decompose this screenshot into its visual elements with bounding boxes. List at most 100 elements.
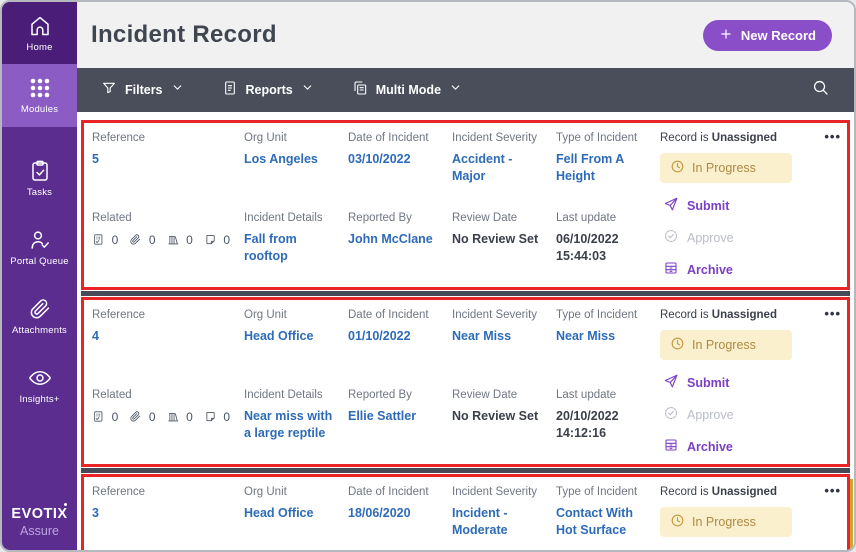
- field-label: Incident Details: [244, 389, 323, 402]
- in-progress-chip[interactable]: In Progress: [660, 330, 792, 360]
- multi-mode-menu[interactable]: Multi Mode: [352, 80, 462, 101]
- clock-icon: [670, 159, 685, 177]
- field-label: Org Unit: [244, 132, 287, 144]
- field-label: Last update: [556, 212, 617, 225]
- paper-plane-icon: [663, 373, 679, 392]
- sidebar-item-label: Insights+: [19, 394, 60, 405]
- date-of-incident-value[interactable]: 03/10/2022: [348, 151, 442, 168]
- sidebar-item-home[interactable]: Home: [2, 2, 77, 64]
- sidebar-item-portal-queue[interactable]: Portal Queue: [2, 220, 77, 275]
- logo-brand: EVOTIX: [11, 503, 68, 522]
- reference-link[interactable]: 3: [92, 505, 234, 522]
- sidebar-item-insights[interactable]: Insights+: [2, 358, 77, 413]
- org-unit-value[interactable]: Head Office: [244, 505, 338, 522]
- search-icon: [811, 80, 830, 101]
- in-progress-chip[interactable]: In Progress: [660, 507, 792, 537]
- record-actions: Record is Unassigned In Progress Submit: [660, 132, 805, 279]
- record-menu-button[interactable]: •••: [805, 484, 841, 550]
- record-divider: [81, 291, 850, 296]
- record-menu-button[interactable]: •••: [805, 130, 841, 212]
- toolbar: Filters Reports Multi Mode: [77, 68, 854, 112]
- reference-link[interactable]: 5: [92, 151, 234, 168]
- home-icon: [28, 14, 52, 38]
- incident-record-row[interactable]: Reference 5 Org Unit Los Angeles Date of I…: [84, 123, 847, 287]
- incident-record-row[interactable]: Reference 4 Org Unit Head Office Date of I…: [84, 300, 847, 464]
- modules-icon: [28, 76, 52, 100]
- evotix-logo: EVOTIX Assure: [2, 503, 77, 550]
- status-line: Record is Unassigned: [660, 132, 777, 144]
- record-menu-button[interactable]: •••: [805, 307, 841, 389]
- type-of-incident-value[interactable]: Fell From A Height: [556, 151, 650, 185]
- date-of-incident-value[interactable]: 18/06/2020: [348, 505, 442, 522]
- filters-menu[interactable]: Filters: [101, 80, 184, 101]
- related-items: 0 0 0 0: [92, 231, 234, 248]
- field-label: Reference: [92, 132, 146, 144]
- org-unit-value[interactable]: Los Angeles: [244, 151, 338, 168]
- new-record-label: New Record: [740, 27, 816, 43]
- clock-icon: [670, 336, 685, 354]
- submit-button[interactable]: Submit: [660, 373, 805, 392]
- clock-icon: [670, 513, 685, 531]
- field-label: Related: [92, 389, 132, 402]
- portal-queue-icon: [28, 228, 52, 252]
- eye-icon: [28, 366, 52, 390]
- reported-by-value[interactable]: John McClane: [348, 231, 442, 248]
- incident-severity-value[interactable]: Accident - Major: [452, 151, 546, 185]
- archive-icon: [663, 437, 679, 456]
- related-count: 0: [111, 409, 119, 424]
- sidebar-item-tasks[interactable]: Tasks: [2, 151, 77, 206]
- field-label: Reference: [92, 486, 146, 498]
- form-icon[interactable]: [92, 231, 105, 248]
- search-button[interactable]: [811, 78, 830, 102]
- paperclip-icon[interactable]: [129, 231, 142, 248]
- library-icon[interactable]: [167, 231, 180, 248]
- note-icon[interactable]: [204, 231, 217, 248]
- field-label: Date of Incident: [348, 486, 429, 498]
- sidebar-item-attachments[interactable]: Attachments: [2, 289, 77, 344]
- approve-rosette-icon: [663, 405, 679, 424]
- report-icon: [222, 80, 238, 101]
- paperclip-icon[interactable]: [129, 408, 142, 425]
- type-of-incident-value[interactable]: Contact With Hot Surface: [556, 505, 650, 539]
- reported-by-value[interactable]: Ellie Sattler: [348, 408, 442, 425]
- annotation-red-box: Reference 5 Org Unit Los Angeles Date of I…: [81, 120, 850, 290]
- archive-button[interactable]: Archive: [660, 260, 805, 279]
- incident-severity-value[interactable]: Near Miss: [452, 328, 546, 345]
- incident-details-value[interactable]: Near miss with a large reptile: [244, 408, 338, 442]
- form-icon[interactable]: [92, 408, 105, 425]
- sidebar-item-label: Modules: [20, 104, 59, 115]
- sidebar-item-label: Home: [26, 41, 53, 53]
- submit-button[interactable]: Submit: [660, 196, 805, 215]
- last-update-value: 06/10/2022 15:44:03: [556, 232, 619, 263]
- archive-button[interactable]: Archive: [660, 437, 805, 456]
- library-icon[interactable]: [167, 408, 180, 425]
- field-label: Incident Severity: [452, 486, 538, 498]
- incident-details-value[interactable]: Fall from rooftop: [244, 231, 338, 265]
- incident-record-row[interactable]: Reference 3 Org Unit Head Office Date of I…: [84, 477, 847, 550]
- org-unit-value[interactable]: Head Office: [244, 328, 338, 345]
- field-label: Incident Severity: [452, 132, 538, 144]
- filters-label: Filters: [125, 83, 163, 97]
- type-of-incident-value[interactable]: Near Miss: [556, 328, 650, 345]
- related-count: 0: [148, 232, 156, 247]
- approve-button[interactable]: Approve: [660, 228, 805, 247]
- multi-mode-label: Multi Mode: [375, 83, 442, 97]
- main-area: Incident Record New Record Filters Repor…: [77, 2, 854, 550]
- note-icon[interactable]: [204, 408, 217, 425]
- field-label: Reported By: [348, 212, 412, 225]
- reports-menu[interactable]: Reports: [222, 80, 314, 101]
- paperclip-icon: [28, 297, 52, 321]
- logo-product: Assure: [20, 524, 59, 538]
- field-label: Type of Incident: [556, 132, 638, 144]
- new-record-button[interactable]: New Record: [702, 19, 832, 51]
- in-progress-chip[interactable]: In Progress: [660, 153, 792, 183]
- incident-severity-value[interactable]: Incident - Moderate: [452, 505, 546, 539]
- sidebar-item-modules[interactable]: Modules: [2, 64, 77, 127]
- tasks-icon: [28, 159, 52, 183]
- date-of-incident-value[interactable]: 01/10/2022: [348, 328, 442, 345]
- field-label: Reference: [92, 309, 146, 321]
- reference-link[interactable]: 4: [92, 328, 234, 345]
- approve-button[interactable]: Approve: [660, 405, 805, 424]
- field-label: Org Unit: [244, 309, 287, 321]
- field-label: Reported By: [348, 389, 412, 402]
